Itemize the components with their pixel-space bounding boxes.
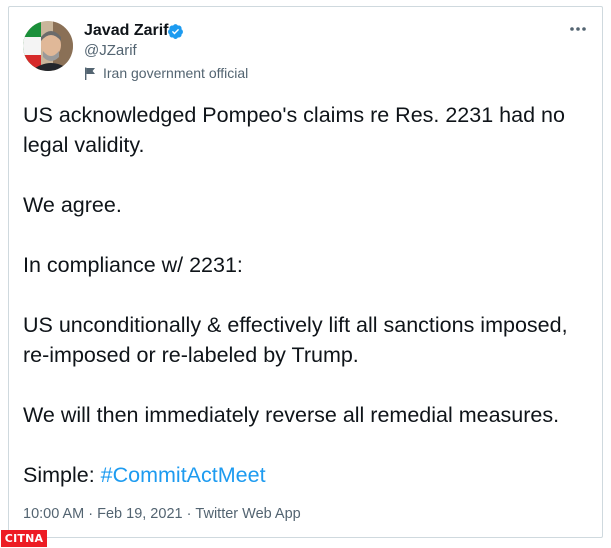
government-label[interactable]: Iran government official (84, 65, 248, 81)
tweet-meta: 10:00 AM · Feb 19, 2021 · Twitter Web App (23, 506, 301, 522)
meta-separator: · (88, 506, 94, 522)
tweet-card: Javad Zarif @JZarif Iran government offi… (8, 6, 603, 538)
tweet-paragraph: In compliance w/ 2231: (23, 253, 243, 277)
tweet-source[interactable]: Twitter Web App (195, 506, 300, 522)
meta-separator: · (186, 506, 192, 522)
tweet-text: US acknowledged Pompeo's claims re Res. … (23, 100, 593, 520)
tweet-paragraph: US acknowledged Pompeo's claims re Res. … (23, 103, 565, 157)
government-label-text: Iran government official (103, 65, 249, 81)
avatar[interactable] (23, 21, 73, 71)
author-handle[interactable]: @JZarif (84, 42, 137, 59)
tweet-paragraph: We agree. (23, 193, 122, 217)
site-watermark: CITNA (1, 530, 47, 547)
tweet-time[interactable]: 10:00 AM (23, 506, 84, 522)
closing-prefix: Simple: (23, 463, 101, 487)
tweet-closing-line: Simple: #CommitActMeet (23, 460, 593, 490)
tweet-date[interactable]: Feb 19, 2021 (97, 506, 182, 522)
hashtag-link[interactable]: #CommitActMeet (101, 463, 266, 487)
author-name[interactable]: Javad Zarif (84, 22, 168, 40)
flag-icon (85, 67, 95, 80)
verified-badge-icon (168, 24, 183, 39)
tweet-paragraph: US unconditionally & effectively lift al… (23, 313, 568, 367)
more-options-icon[interactable] (568, 19, 588, 39)
tweet-paragraph: We will then immediately reverse all rem… (23, 403, 560, 427)
